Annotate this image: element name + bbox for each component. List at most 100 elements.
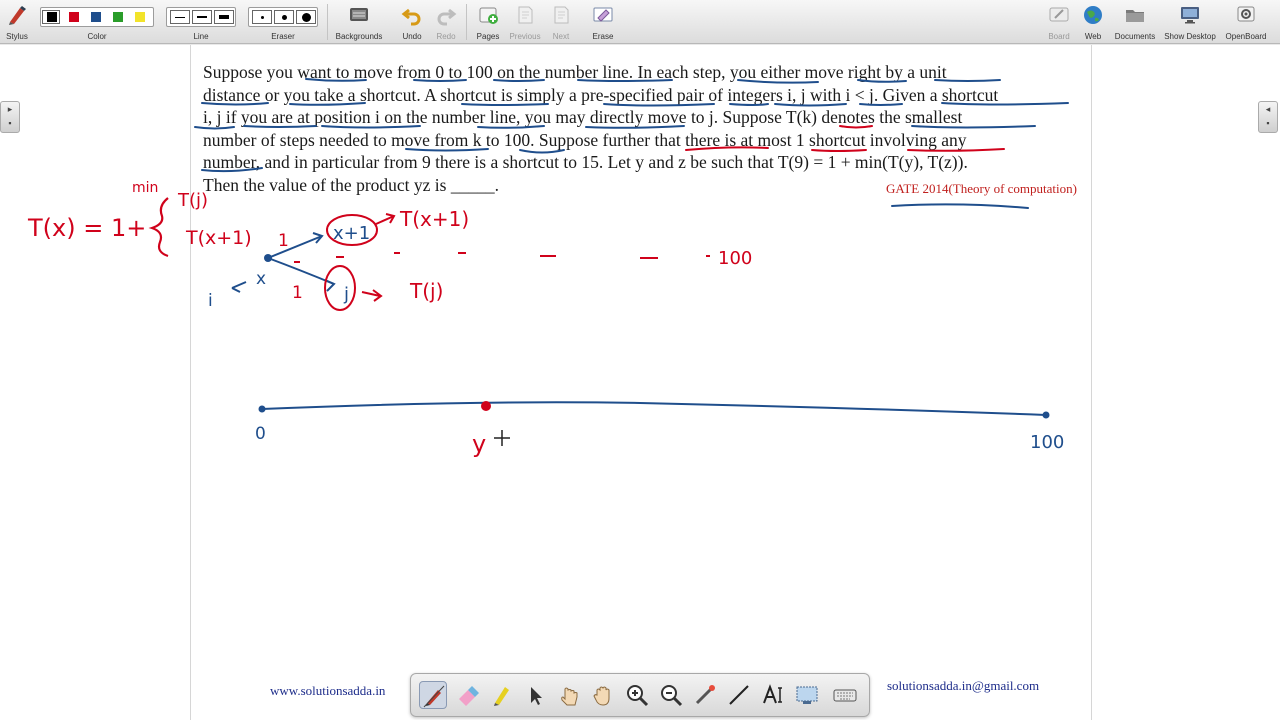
floating-tool-palette: [410, 673, 870, 717]
color-group: Color: [40, 0, 154, 44]
color-swatch-blue[interactable]: [91, 12, 101, 22]
backgrounds-label: Backgrounds: [335, 32, 383, 41]
pen-icon: [423, 685, 445, 708]
undo-label: Undo: [402, 32, 422, 41]
selector-tool[interactable]: [521, 681, 549, 709]
board-icon: [1049, 7, 1069, 22]
line-tool[interactable]: [725, 681, 753, 709]
right-panel-toggle[interactable]: ◂ ▪: [1258, 101, 1278, 133]
erase-label: Erase: [592, 32, 614, 41]
color-palette: [40, 7, 154, 27]
problem-line: distance or you take a shortcut. A short…: [203, 84, 999, 105]
keyboard-tool[interactable]: [831, 681, 859, 709]
capture-tool[interactable]: [793, 681, 821, 709]
board-label: Board: [1048, 32, 1070, 41]
eraser-size-large[interactable]: [296, 10, 316, 24]
globe-icon: [1084, 6, 1102, 24]
stylus-label: Stylus: [6, 32, 28, 41]
right-margin: ◂ ▪: [1092, 45, 1280, 720]
previous-label: Previous: [509, 32, 541, 41]
screen-capture-icon: [796, 686, 818, 704]
redo-label: Redo: [436, 32, 456, 41]
erase-board-icon: [593, 7, 613, 22]
line-width-medium[interactable]: [192, 10, 212, 24]
stylus-button[interactable]: Stylus: [2, 0, 32, 44]
show-desktop-label: Show Desktop: [1164, 32, 1216, 41]
highlighter-tool[interactable]: [487, 681, 515, 709]
toolbar-divider: [466, 4, 467, 40]
exam-source-tag: GATE 2014(Theory of computation): [886, 181, 1077, 196]
main-toolbar: Stylus Color Line Eraser Backgrounds Und…: [0, 0, 1280, 44]
folder-icon: [1126, 10, 1144, 22]
redo-icon: [437, 8, 457, 26]
line-icon: [729, 685, 749, 705]
web-label: Web: [1084, 32, 1102, 41]
text-tool[interactable]: [759, 681, 787, 709]
footer-email: solutionsadda.in@gmail.com: [887, 678, 1040, 693]
eraser-size-medium[interactable]: [274, 10, 294, 24]
toolbar-divider: [327, 4, 328, 40]
web-button[interactable]: Web: [1078, 0, 1108, 44]
documents-button[interactable]: Documents: [1112, 0, 1158, 44]
problem-line: Suppose you want to move from 0 to 100 o…: [203, 62, 947, 82]
next-label: Next: [552, 32, 570, 41]
backgrounds-icon: [350, 8, 368, 21]
problem-line: number of steps needed to move from k to…: [203, 129, 967, 150]
problem-line: number, and in particular from 9 there i…: [203, 152, 968, 173]
hand-pan-tool[interactable]: [589, 681, 617, 709]
board-button[interactable]: Board: [1044, 0, 1074, 44]
eraser-label: Eraser: [271, 32, 295, 41]
line-group: Line: [166, 0, 236, 44]
next-button[interactable]: Next: [546, 0, 576, 44]
eraser-size-small[interactable]: [252, 10, 272, 24]
pages-button[interactable]: Pages: [472, 0, 504, 44]
undo-icon: [401, 8, 421, 26]
color-swatch-green[interactable]: [113, 12, 123, 22]
text-icon: [763, 684, 782, 704]
color-label: Color: [87, 32, 107, 41]
laser-pointer-tool[interactable]: [691, 681, 719, 709]
pen-tool[interactable]: [419, 681, 447, 709]
keyboard-icon: [833, 689, 857, 702]
settings-icon: [1237, 6, 1255, 22]
eraser-group: Eraser: [248, 0, 318, 44]
problem-statement: Suppose you want to move from 0 to 100 o…: [203, 61, 1083, 197]
color-swatch-yellow[interactable]: [135, 12, 145, 22]
zoom-in-icon: [627, 685, 649, 707]
erase-button[interactable]: Erase: [586, 0, 620, 44]
footer-website: www.solutionsadda.in: [270, 683, 386, 698]
line-label: Line: [193, 32, 209, 41]
zoom-out-tool[interactable]: [657, 681, 685, 709]
previous-button[interactable]: Previous: [506, 0, 544, 44]
next-page-icon: [554, 6, 569, 24]
pointing-hand-icon: [561, 687, 578, 706]
backgrounds-button[interactable]: Backgrounds: [332, 0, 386, 44]
stylus-icon: [9, 6, 26, 25]
eraser-icon: [459, 686, 479, 706]
undo-button[interactable]: Undo: [398, 0, 426, 44]
desktop-icon: [1181, 7, 1199, 24]
line-width-palette: [166, 7, 236, 27]
eraser-size-palette: [248, 7, 318, 27]
pages-label: Pages: [476, 32, 500, 41]
color-swatch-red[interactable]: [69, 12, 79, 22]
zoom-out-icon: [661, 685, 683, 707]
documents-label: Documents: [1114, 32, 1156, 41]
show-desktop-button[interactable]: Show Desktop: [1162, 0, 1218, 44]
line-width-thin[interactable]: [170, 10, 190, 24]
openboard-label: OpenBoard: [1225, 32, 1267, 41]
problem-line: i, j if you are at position i on the num…: [203, 107, 963, 128]
interact-tool[interactable]: [555, 681, 583, 709]
redo-button[interactable]: Redo: [432, 0, 460, 44]
eraser-tool[interactable]: [453, 681, 481, 709]
left-margin: ▸ ▪: [0, 45, 190, 720]
arrow-cursor-icon: [531, 687, 542, 705]
hand-icon: [593, 686, 610, 706]
zoom-in-tool[interactable]: [623, 681, 651, 709]
left-panel-toggle[interactable]: ▸ ▪: [0, 101, 20, 133]
openboard-button[interactable]: OpenBoard: [1222, 0, 1270, 44]
color-swatch-black[interactable]: [47, 12, 57, 22]
line-width-thick[interactable]: [214, 10, 234, 24]
highlighter-icon: [494, 687, 509, 706]
add-page-icon: [479, 7, 498, 24]
